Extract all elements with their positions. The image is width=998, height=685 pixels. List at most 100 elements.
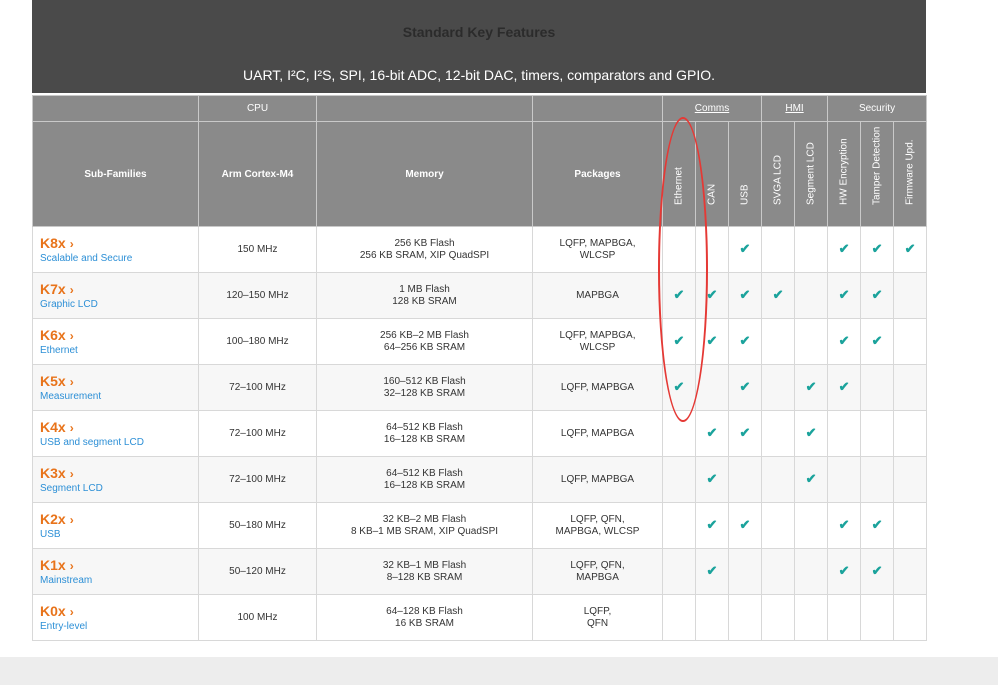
subfamily-link[interactable]: K7x › (40, 281, 198, 298)
cpu-cell: 100–180 MHz (198, 318, 317, 365)
feature-cell-usb: ✔ (727, 318, 763, 365)
subfamily-link[interactable]: K3x › (40, 465, 198, 482)
cpu-cell: 72–100 MHz (198, 364, 317, 411)
group-comms[interactable]: Comms (661, 95, 763, 122)
subfamily-description[interactable]: Mainstream (40, 574, 198, 587)
packages-cell: LQFP, MAPBGA, WLCSP (532, 318, 663, 365)
check-icon: ✔ (673, 332, 685, 348)
check-icon: ✔ (904, 240, 916, 256)
feature-cell-ethernet (662, 594, 696, 641)
feature-cell-usb (727, 548, 763, 595)
subfamily-description[interactable]: Segment LCD (40, 482, 198, 495)
subfamily-link[interactable]: K2x › (40, 511, 198, 528)
subfamily-name[interactable]: K5x (40, 373, 66, 389)
subfamily-description[interactable]: Graphic LCD (40, 298, 198, 311)
memory-flash: 64–512 KB Flash (386, 467, 463, 479)
feature-cell-tamper-detection (860, 594, 895, 641)
group-hmi[interactable]: HMI (761, 95, 829, 122)
packages-line-2: MAPBGA, WLCSP (555, 525, 640, 537)
feature-cell-svga-lcd (761, 594, 796, 641)
memory-flash: 64–128 KB Flash (386, 605, 463, 617)
memory-cell: 32 KB–2 MB Flash 8 KB–1 MB SRAM, XIP Quad… (316, 502, 533, 549)
cpu-cell: 150 MHz (198, 226, 317, 273)
subfamily-cell[interactable]: K8x › Scalable and Secure (32, 226, 199, 273)
subfamily-comparison-table: CPU Comms HMI Security Sub-Families Arm … (32, 95, 928, 641)
check-icon: ✔ (838, 332, 850, 348)
packages-cell: LQFP, MAPBGA (532, 410, 663, 457)
feature-cell-firmware-upd (893, 456, 928, 503)
feature-cell-firmware-upd: ✔ (893, 226, 928, 273)
packages-line-1: LQFP, MAPBGA, (559, 237, 636, 249)
feature-cell-ethernet: ✔ (662, 364, 696, 411)
subfamily-name[interactable]: K4x (40, 419, 66, 435)
subfamily-cell[interactable]: K5x › Measurement (32, 364, 199, 411)
subfamily-cell[interactable]: K2x › USB (32, 502, 199, 549)
subfamily-description[interactable]: USB and segment LCD (40, 436, 198, 449)
subfamily-link[interactable]: K5x › (40, 373, 198, 390)
column-segment-lcd: Segment LCD (794, 121, 829, 227)
subfamily-name[interactable]: K8x (40, 235, 66, 251)
check-icon: ✔ (838, 240, 850, 256)
subfamily-name[interactable]: K0x (40, 603, 66, 619)
feature-cell-hw-encryption: ✔ (827, 272, 862, 319)
memory-sram: 32–128 KB SRAM (383, 387, 466, 399)
memory-sram: 8–128 KB SRAM (386, 571, 463, 583)
subfamily-description[interactable]: Ethernet (40, 344, 198, 357)
memory-cell: 160–512 KB Flash 32–128 KB SRAM (316, 364, 533, 411)
subfamily-cell[interactable]: K0x › Entry-level (32, 594, 199, 641)
banner-title: Standard Key Features (402, 24, 556, 40)
subfamily-description[interactable]: Measurement (40, 390, 198, 403)
feature-cell-hw-encryption (827, 456, 862, 503)
column-usb: USB (727, 121, 763, 227)
subfamily-link[interactable]: K4x › (40, 419, 198, 436)
feature-cell-usb: ✔ (727, 502, 763, 549)
subfamily-link[interactable]: K8x › (40, 235, 198, 252)
memory-sram: 16–128 KB SRAM (383, 479, 466, 491)
blank-group-cell (32, 95, 199, 122)
column-svga-lcd: SVGA LCD (761, 121, 796, 227)
packages-cell: LQFP, QFN, MAPBGA (532, 548, 663, 595)
subfamily-name[interactable]: K7x (40, 281, 66, 297)
feature-cell-ethernet (662, 502, 696, 549)
feature-cell-tamper-detection (860, 456, 895, 503)
subfamily-link[interactable]: K6x › (40, 327, 198, 344)
feature-cell-tamper-detection: ✔ (860, 548, 895, 595)
feature-cell-can: ✔ (695, 548, 729, 595)
packages-line-2: WLCSP (579, 249, 616, 261)
packages-cell: LQFP, QFN (532, 594, 663, 641)
subfamily-cell[interactable]: K3x › Segment LCD (32, 456, 199, 503)
check-icon: ✔ (706, 470, 718, 486)
subfamily-link[interactable]: K1x › (40, 557, 198, 574)
subfamily-cell[interactable]: K6x › Ethernet (32, 318, 199, 365)
cpu-cell: 72–100 MHz (198, 410, 317, 457)
feature-cell-segment-lcd (794, 226, 829, 273)
packages-line-2: QFN (586, 617, 609, 629)
check-icon: ✔ (739, 424, 751, 440)
subfamily-description[interactable]: USB (40, 528, 198, 541)
feature-cell-segment-lcd: ✔ (794, 456, 829, 503)
subfamily-name[interactable]: K1x (40, 557, 66, 573)
feature-cell-hw-encryption: ✔ (827, 548, 862, 595)
check-icon: ✔ (706, 332, 718, 348)
subfamily-cell[interactable]: K1x › Mainstream (32, 548, 199, 595)
feature-cell-svga-lcd (761, 364, 796, 411)
subfamily-cell[interactable]: K4x › USB and segment LCD (32, 410, 199, 457)
table-row: K2x › USB 50–180 MHz 32 KB–2 MB Flash 8 KB–1 … (32, 502, 928, 549)
subfamily-description[interactable]: Entry-level (40, 620, 198, 633)
memory-flash: 64–512 KB Flash (386, 421, 463, 433)
subfamily-link[interactable]: K0x › (40, 603, 198, 620)
subfamily-name[interactable]: K2x (40, 511, 66, 527)
memory-flash: 256 KB Flash (394, 237, 455, 249)
subfamily-description[interactable]: Scalable and Secure (40, 252, 198, 265)
packages-cell: LQFP, QFN, MAPBGA, WLCSP (532, 502, 663, 549)
banner-subtitle: UART, I²C, I²S, SPI, 16-bit ADC, 12-bit … (243, 67, 715, 83)
memory-cell: 32 KB–1 MB Flash 8–128 KB SRAM (316, 548, 533, 595)
check-icon: ✔ (739, 286, 751, 302)
check-icon: ✔ (871, 516, 883, 532)
column-ethernet: Ethernet (662, 121, 696, 227)
subfamily-cell[interactable]: K7x › Graphic LCD (32, 272, 199, 319)
subfamily-name[interactable]: K6x (40, 327, 66, 343)
subfamily-name[interactable]: K3x (40, 465, 66, 481)
packages-line-1: LQFP, MAPBGA (560, 381, 635, 393)
packages-cell: LQFP, MAPBGA, WLCSP (532, 226, 663, 273)
